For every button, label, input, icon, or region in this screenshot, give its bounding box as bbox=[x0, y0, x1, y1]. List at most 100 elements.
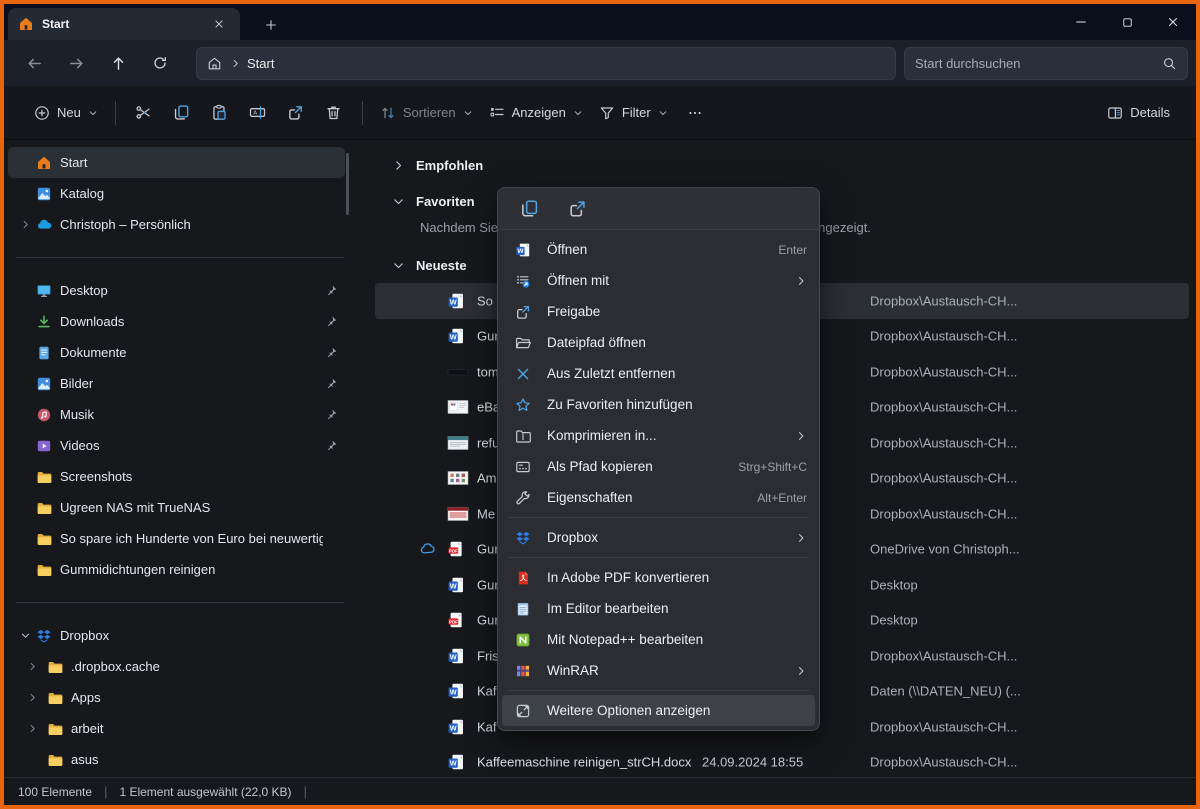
tab-start[interactable]: Start bbox=[8, 8, 240, 40]
chevron-down-icon bbox=[463, 108, 473, 118]
file-row[interactable]: WKaffeemaschine reinigen_strCH.docx24.09… bbox=[375, 745, 1189, 778]
back-button[interactable] bbox=[16, 47, 52, 79]
address-bar[interactable]: Start bbox=[196, 47, 896, 80]
close-button[interactable] bbox=[1150, 4, 1196, 40]
sidebar-item-gummidichtungen-reinigen[interactable]: Gummidichtungen reinigen bbox=[8, 554, 345, 585]
navigation-bar: Start bbox=[4, 40, 1196, 86]
sidebar-item-musik[interactable]: Musik bbox=[8, 399, 345, 430]
share-icon bbox=[513, 304, 533, 320]
chevron-right-icon[interactable] bbox=[24, 661, 40, 672]
refresh-button[interactable] bbox=[142, 47, 178, 79]
sidebar-item-apps[interactable]: Apps bbox=[8, 682, 345, 713]
sidebar-item-christoph-pers-nlich[interactable]: Christoph – Persönlich bbox=[8, 209, 345, 240]
delete-button[interactable] bbox=[315, 95, 353, 131]
menu-item-mit-notepad-bearbeiten[interactable]: Mit Notepad++ bearbeiten bbox=[498, 624, 819, 655]
sidebar-scrollbar[interactable] bbox=[346, 153, 349, 215]
quick-share-icon[interactable] bbox=[564, 196, 590, 222]
pin-icon bbox=[325, 377, 338, 390]
context-quick-actions bbox=[498, 188, 819, 230]
home-icon bbox=[35, 155, 53, 171]
file-location: Dropbox\Austausch-CH... bbox=[870, 293, 1017, 308]
tab-close-icon[interactable] bbox=[208, 13, 230, 35]
menu-item-dropbox[interactable]: Dropbox bbox=[498, 522, 819, 553]
sort-button[interactable]: Sortieren bbox=[372, 95, 481, 131]
chevron-right-icon[interactable] bbox=[24, 692, 40, 703]
menu-item-zu-favoriten-hinzuf-gen[interactable]: Zu Favoriten hinzufügen bbox=[498, 389, 819, 420]
paste-button[interactable] bbox=[201, 95, 239, 131]
tab-title: Start bbox=[42, 17, 208, 31]
view-button[interactable]: Anzeigen bbox=[481, 95, 591, 131]
up-button[interactable] bbox=[100, 47, 136, 79]
details-panel-icon bbox=[1107, 105, 1123, 121]
sidebar-item-label: Start bbox=[60, 155, 323, 170]
section-favoriten[interactable]: Favoriten bbox=[390, 190, 475, 212]
minimize-icon bbox=[1074, 15, 1088, 29]
sidebar-item-dropbox[interactable]: Dropbox bbox=[8, 620, 345, 651]
section-neueste[interactable]: Neueste bbox=[390, 254, 467, 276]
menu-item-aus-zuletzt-entfernen[interactable]: Aus Zuletzt entfernen bbox=[498, 358, 819, 389]
forward-button[interactable] bbox=[58, 47, 94, 79]
rename-button[interactable]: A bbox=[239, 95, 277, 131]
item-count: 100 Elemente bbox=[18, 785, 92, 799]
menu-item-weitere-optionen-anzeigen[interactable]: Weitere Optionen anzeigen bbox=[502, 695, 815, 726]
new-button[interactable]: Neu bbox=[26, 95, 106, 131]
details-button[interactable]: Details bbox=[1099, 95, 1178, 131]
menu-item-winrar[interactable]: WinRAR bbox=[498, 655, 819, 686]
sidebar-item-dropbox-cache[interactable]: .dropbox.cache bbox=[8, 651, 345, 682]
chevron-right-icon bbox=[230, 58, 241, 69]
filter-button-label: Filter bbox=[622, 105, 651, 120]
more-toolbar-button[interactable] bbox=[676, 95, 714, 131]
menu-item-eigenschaften[interactable]: EigenschaftenAlt+Enter bbox=[498, 482, 819, 513]
window-controls bbox=[1058, 4, 1196, 40]
search-box[interactable] bbox=[904, 47, 1188, 80]
file-location: Dropbox\Austausch-CH... bbox=[870, 648, 1017, 663]
menu-item-label: Eigenschaften bbox=[547, 490, 745, 505]
copy-button[interactable] bbox=[163, 95, 201, 131]
chevron-down-icon bbox=[88, 108, 98, 118]
menu-item-ffnen[interactable]: WÖffnenEnter bbox=[498, 234, 819, 265]
quick-copy-icon[interactable] bbox=[516, 196, 542, 222]
up-icon bbox=[110, 55, 127, 72]
sidebar-item-arbeit[interactable]: arbeit bbox=[8, 713, 345, 744]
menu-item-im-editor-bearbeiten[interactable]: Im Editor bearbeiten bbox=[498, 593, 819, 624]
sidebar-item-katalog[interactable]: Katalog bbox=[8, 178, 345, 209]
pin-icon bbox=[325, 284, 338, 297]
word-doc-icon: W bbox=[447, 576, 465, 594]
menu-item-label: Öffnen mit bbox=[547, 273, 783, 288]
chevron-right-icon[interactable] bbox=[17, 219, 33, 230]
minimize-button[interactable] bbox=[1058, 4, 1104, 40]
search-input[interactable] bbox=[915, 56, 1162, 71]
menu-item-komprimieren-in[interactable]: Komprimieren in... bbox=[498, 420, 819, 451]
paste-icon bbox=[211, 104, 228, 121]
menu-item-freigabe[interactable]: Freigabe bbox=[498, 296, 819, 327]
menu-item-dateipfad-ffnen[interactable]: Dateipfad öffnen bbox=[498, 327, 819, 358]
sidebar-item-videos[interactable]: Videos bbox=[8, 430, 345, 461]
sidebar-item-so-spare-ich-hunderte-von-euro-bei-neuwertigen-ger-te[interactable]: So spare ich Hunderte von Euro bei neuwe… bbox=[8, 523, 345, 554]
sidebar-item-screenshots[interactable]: Screenshots bbox=[8, 461, 345, 492]
filter-button[interactable]: Filter bbox=[591, 95, 676, 131]
chevron-down-icon[interactable] bbox=[17, 630, 33, 641]
share-button[interactable] bbox=[277, 95, 315, 131]
chevron-right-icon[interactable] bbox=[24, 723, 40, 734]
cut-button[interactable] bbox=[125, 95, 163, 131]
new-tab-button[interactable] bbox=[256, 12, 286, 38]
maximize-button[interactable] bbox=[1104, 4, 1150, 40]
menu-item-als-pfad-kopieren[interactable]: Als Pfad kopierenStrg+Shift+C bbox=[498, 451, 819, 482]
sidebar-item-bilder[interactable]: Bilder bbox=[8, 368, 345, 399]
share-icon bbox=[287, 104, 304, 121]
folder-icon bbox=[35, 531, 53, 547]
svg-text:W: W bbox=[450, 723, 457, 732]
folder-icon bbox=[35, 469, 53, 485]
menu-item-in-adobe-pdf-konvertieren[interactable]: In Adobe PDF konvertieren bbox=[498, 562, 819, 593]
menu-item-ffnen-mit[interactable]: Öffnen mit bbox=[498, 265, 819, 296]
chevron-right-icon bbox=[230, 58, 241, 69]
section-empfohlen-label: Empfohlen bbox=[416, 158, 483, 173]
sidebar-item-desktop[interactable]: Desktop bbox=[8, 275, 345, 306]
sidebar-item-downloads[interactable]: Downloads bbox=[8, 306, 345, 337]
sidebar-item-dokumente[interactable]: Dokumente bbox=[8, 337, 345, 368]
section-empfohlen[interactable]: Empfohlen bbox=[390, 154, 483, 176]
notepadpp-icon bbox=[513, 632, 533, 648]
sidebar-item-start[interactable]: Start bbox=[8, 147, 345, 178]
sidebar-item-asus[interactable]: asus bbox=[8, 744, 345, 775]
sidebar-item-ugreen-nas-mit-truenas[interactable]: Ugreen NAS mit TrueNAS bbox=[8, 492, 345, 523]
